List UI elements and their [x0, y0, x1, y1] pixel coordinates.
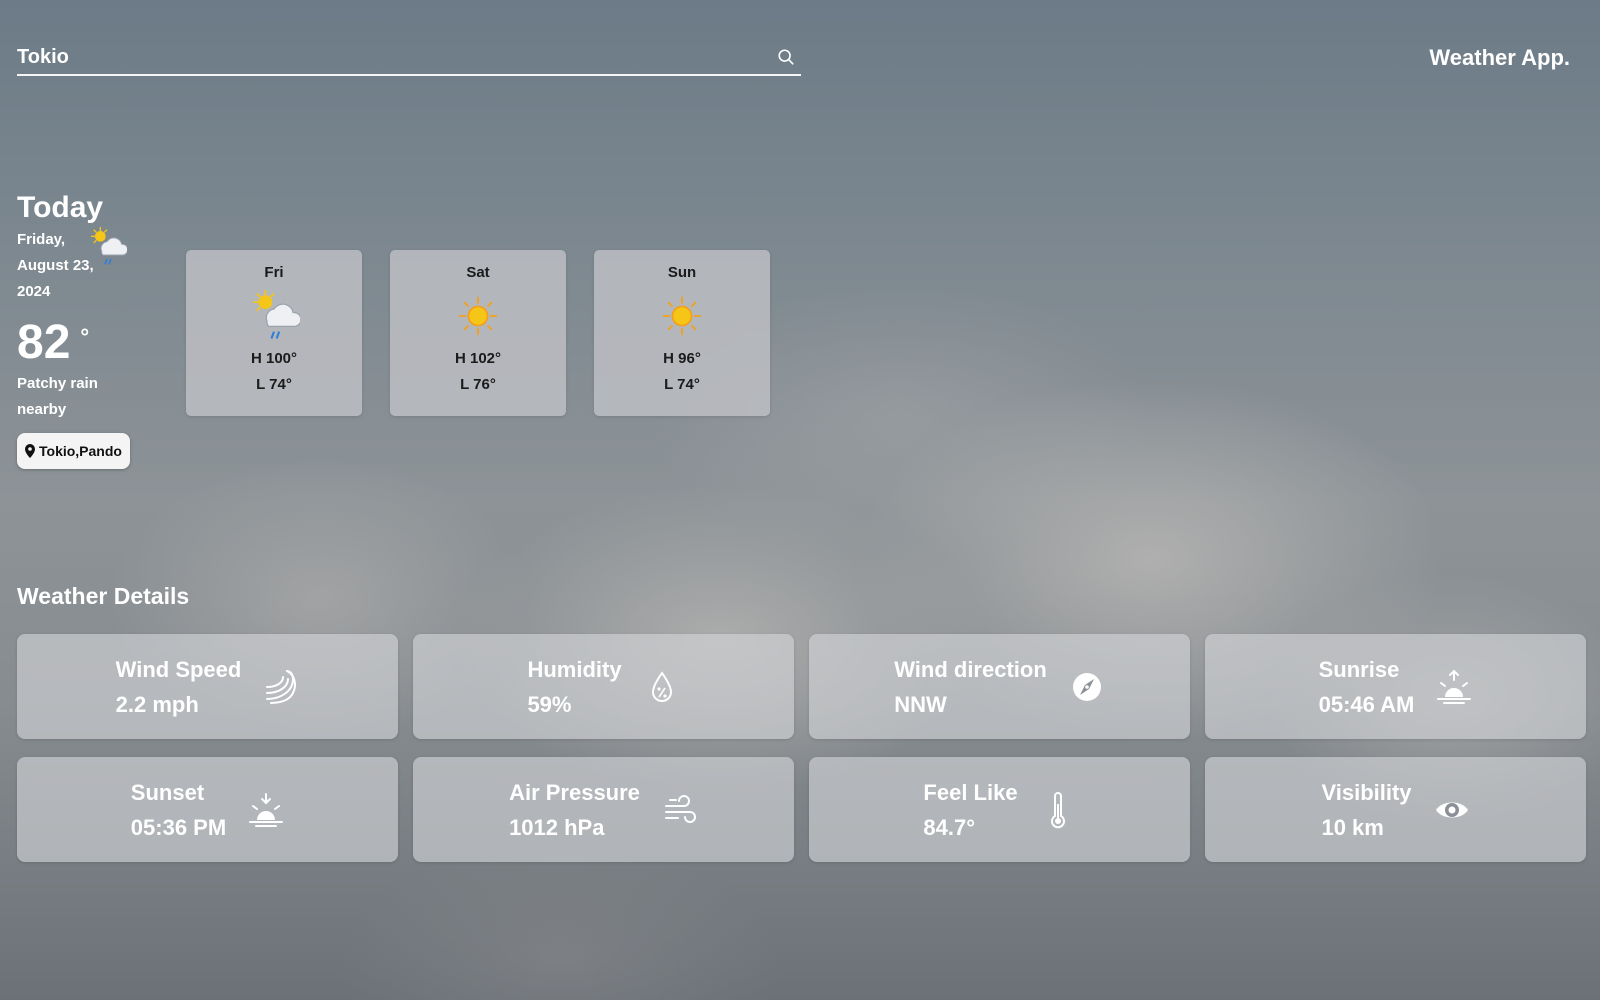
forecast-high: H 100°: [250, 350, 298, 367]
forecast-card: Sun H 96° L 74°: [594, 250, 770, 416]
forecast-low: L 76°: [460, 376, 496, 393]
detail-label: Humidity: [527, 656, 622, 682]
detail-label: Visibility: [1321, 779, 1412, 805]
detail-card-air-pressure: Air Pressure 1012 hPa: [413, 757, 794, 862]
detail-card-sunset: Sunset 05:36 PM: [17, 757, 398, 862]
forecast-high: H 96°: [663, 350, 701, 367]
humidity-icon: [651, 670, 672, 702]
detail-value: 59%: [527, 691, 572, 717]
detail-value: 2.2 mph: [115, 691, 199, 717]
search-bar: [17, 40, 801, 76]
detail-label: Wind Speed: [115, 656, 242, 682]
detail-label: Sunset: [130, 779, 205, 805]
section-title: Weather Details: [17, 583, 190, 609]
air-pressure-icon: [664, 794, 696, 823]
details-grid: Wind Speed 2.2 mph Humidity 59% Wind dir…: [17, 634, 1586, 862]
temperature-value: 82: [17, 316, 71, 369]
thermometer-icon: [1050, 791, 1065, 828]
search-input[interactable]: [17, 42, 777, 72]
today-date: Friday, August 23, 2024: [17, 231, 94, 300]
detail-label: Feel Like: [923, 779, 1018, 805]
eye-icon: [1435, 802, 1468, 817]
detail-label: Sunrise: [1318, 656, 1400, 682]
weather-condition: Patchy rain nearby: [17, 375, 98, 418]
today-panel: Today Friday, August 23, 2024 82 ° Patchy…: [17, 190, 177, 469]
compass-icon: [1072, 672, 1101, 701]
detail-value: 05:46 AM: [1318, 691, 1415, 717]
forecast-list: Fri H 100° L 74° Sat H 102° L 76° Sun H …: [186, 250, 770, 416]
degree-symbol: °: [80, 324, 90, 349]
forecast-day: Sun: [667, 264, 697, 281]
forecast-card: Fri H 100° L 74°: [186, 250, 362, 416]
patchy-rain-icon: [253, 290, 300, 339]
patchy-rain-icon: [91, 227, 127, 265]
sunny-icon: [662, 296, 702, 336]
forecast-card: Sat H 102° L 76°: [390, 250, 566, 416]
detail-card-wind-speed: Wind Speed 2.2 mph: [17, 634, 398, 739]
forecast-low: L 74°: [664, 376, 700, 393]
forecast-high: H 102°: [454, 350, 502, 367]
detail-value: NNW: [894, 691, 947, 717]
detail-card-visibility: Visibility 10 km: [1205, 757, 1586, 862]
search-icon[interactable]: [777, 48, 795, 66]
forecast-day: Fri: [264, 264, 284, 281]
sunrise-icon: [1437, 669, 1472, 704]
forecast-day: Sat: [466, 264, 490, 281]
location-button[interactable]: Tokio,Pando: [17, 433, 130, 469]
detail-card-wind-direction: Wind direction NNW: [809, 634, 1190, 739]
detail-value: 1012 hPa: [509, 814, 605, 840]
today-title: Today: [17, 191, 104, 224]
detail-card-feel-like: Feel Like 84.7°: [809, 757, 1190, 862]
forecast-low: L 74°: [256, 376, 292, 393]
detail-card-sunrise: Sunrise 05:46 AM: [1205, 634, 1586, 739]
detail-label: Wind direction: [894, 656, 1047, 682]
app-title: Weather App.: [1429, 45, 1570, 70]
detail-label: Air Pressure: [509, 779, 640, 805]
location-pin-icon: [25, 444, 35, 458]
detail-value: 10 km: [1321, 814, 1384, 840]
sunny-icon: [458, 296, 498, 336]
detail-value: 84.7°: [923, 814, 976, 840]
location-label: Tokio,Pando: [39, 443, 122, 459]
current-temperature: 82 °: [17, 309, 177, 371]
sunset-icon: [249, 792, 284, 827]
detail-card-humidity: Humidity 59%: [413, 634, 794, 739]
wind-speed-icon: [266, 669, 297, 704]
detail-value: 05:36 PM: [130, 814, 227, 840]
